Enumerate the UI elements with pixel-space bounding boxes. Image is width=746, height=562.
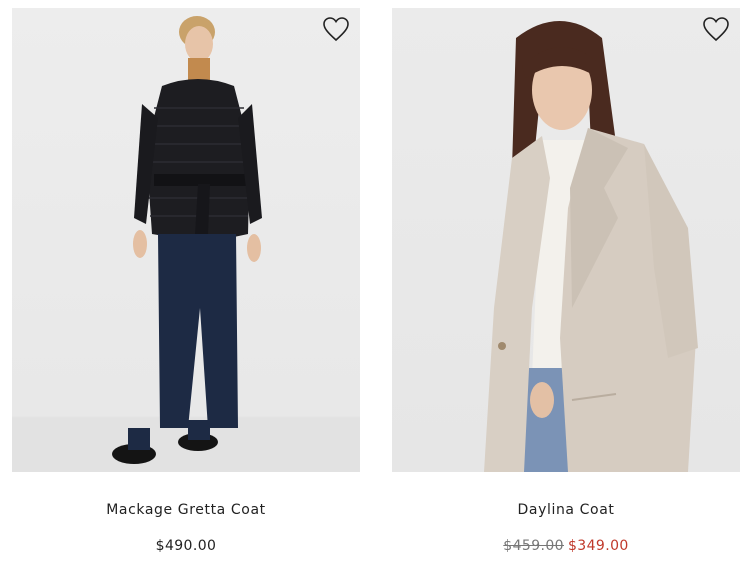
wishlist-heart-icon[interactable]: [702, 16, 730, 42]
product-card[interactable]: Daylina Coat $459.00 $349.00: [392, 8, 740, 554]
product-name[interactable]: Daylina Coat: [392, 502, 740, 518]
model-black-puffer-coat-image: [12, 16, 360, 472]
price-sale: $349.00: [568, 538, 629, 554]
price-regular: $490.00: [155, 538, 217, 554]
product-price: $490.00: [12, 538, 360, 554]
price-original: $459.00: [503, 538, 564, 554]
product-grid: Mackage Gretta Coat $490.00 Daylina Coat…: [0, 0, 746, 562]
wishlist-heart-icon[interactable]: [322, 16, 350, 42]
product-price: $459.00 $349.00: [392, 538, 740, 554]
product-name[interactable]: Mackage Gretta Coat: [12, 502, 360, 518]
product-card[interactable]: Mackage Gretta Coat $490.00: [12, 8, 360, 554]
product-image[interactable]: [392, 8, 740, 472]
model-oatmeal-wool-coat-image: [484, 21, 698, 472]
product-image[interactable]: [12, 8, 360, 472]
